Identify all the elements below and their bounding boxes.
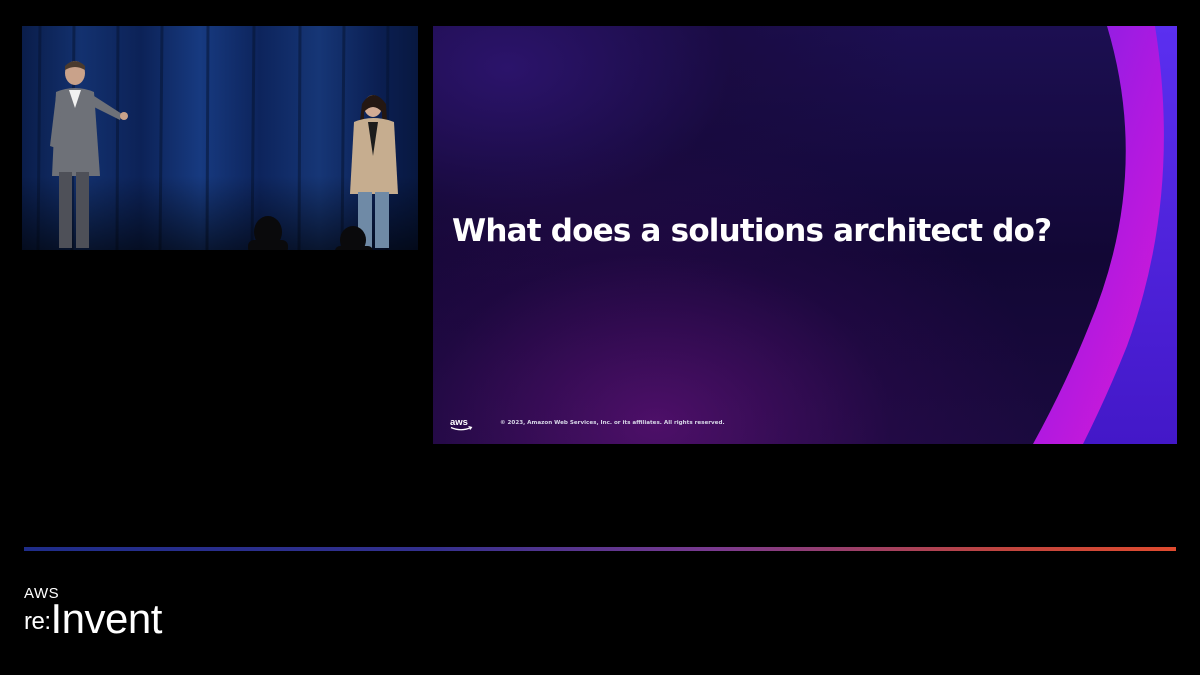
stage-scene-image bbox=[22, 26, 418, 250]
gradient-divider bbox=[24, 547, 1176, 551]
event-logo-wordmark: re:Invent bbox=[24, 598, 162, 643]
slide-copyright: © 2023, Amazon Web Services, Inc. or its… bbox=[500, 420, 725, 426]
svg-text:aws: aws bbox=[450, 417, 468, 428]
event-logo-name: Invent bbox=[50, 595, 163, 642]
event-logo: AWS re:Invent bbox=[24, 586, 162, 643]
presentation-slide: What does a solutions architect do? aws … bbox=[433, 26, 1177, 444]
presenter-video bbox=[22, 26, 418, 250]
event-logo-prefix: re: bbox=[24, 608, 51, 635]
aws-logo-icon: aws bbox=[450, 417, 473, 431]
slide-title: What does a solutions architect do? bbox=[452, 213, 1052, 249]
